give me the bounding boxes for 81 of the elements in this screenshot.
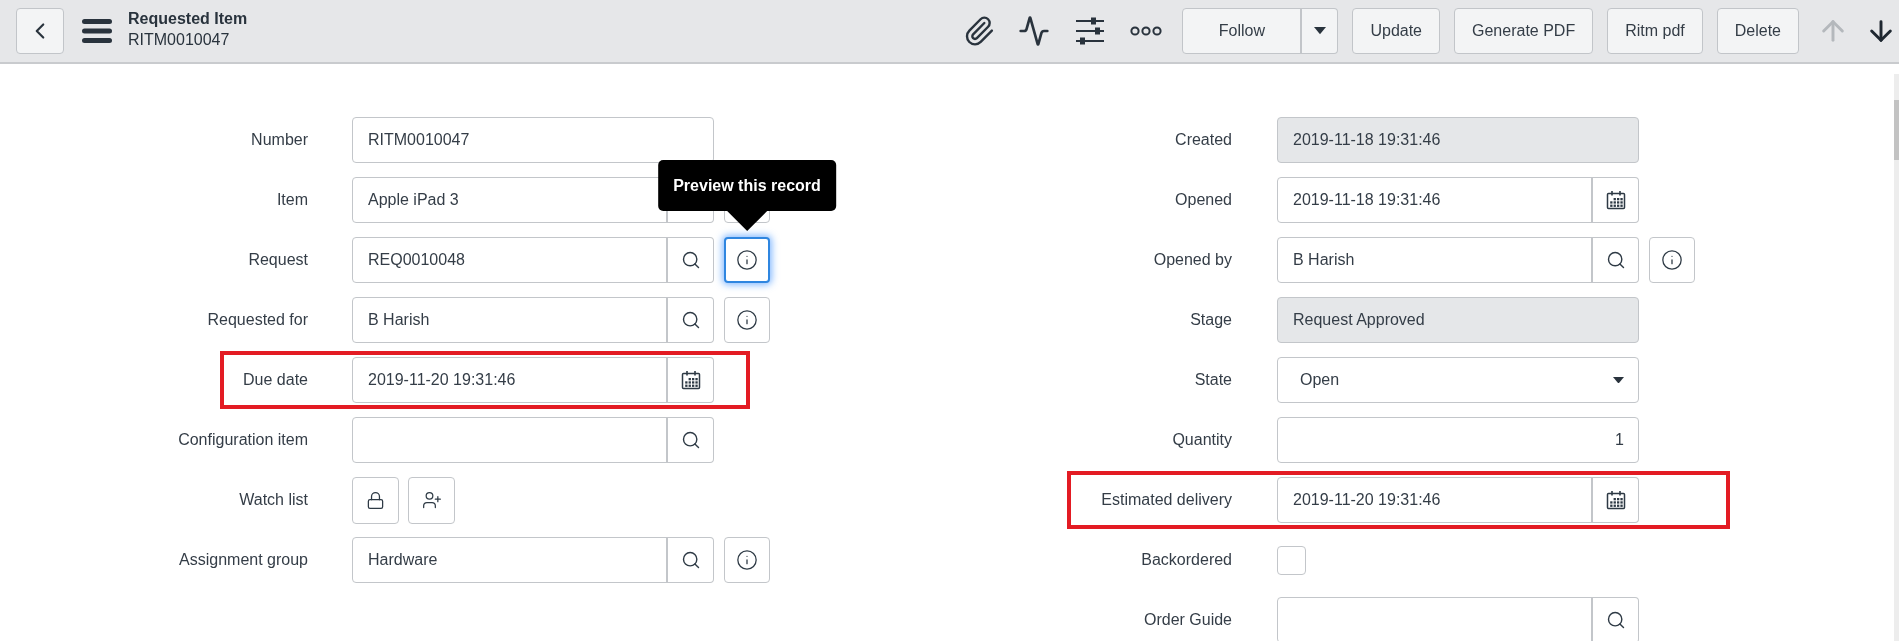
info-button[interactable] — [724, 537, 770, 583]
more-icon[interactable] — [1130, 26, 1163, 36]
calendar-button[interactable] — [666, 357, 714, 403]
field-label: Opened — [1174, 190, 1232, 210]
lookup-field[interactable]: Hardware — [352, 537, 667, 583]
menu-icon[interactable] — [82, 19, 112, 43]
search-icon — [680, 310, 701, 330]
field-label: Created — [1174, 130, 1232, 150]
sliders-icon[interactable] — [1075, 17, 1106, 45]
date-field[interactable]: 2019-11-18 19:31:46 — [1277, 177, 1592, 223]
search-button[interactable] — [666, 417, 714, 463]
field-label: Watch list — [238, 490, 308, 510]
search-icon — [1605, 250, 1626, 270]
date-field[interactable]: 2019-11-20 19:31:46 — [352, 357, 667, 403]
paperclip-icon[interactable] — [963, 15, 996, 47]
field-label: Order Guide — [1142, 610, 1232, 630]
lookup-field[interactable]: B Harish — [352, 297, 667, 343]
toolbar-button[interactable]: Generate PDF — [1454, 8, 1594, 54]
field-label: Requested for — [206, 310, 308, 330]
record-title: Requested Item — [128, 9, 248, 29]
lookup-field[interactable]: B Harish — [1277, 237, 1592, 283]
calendar-icon — [1605, 490, 1626, 510]
lookup-field[interactable] — [352, 417, 667, 463]
search-button[interactable] — [666, 537, 714, 583]
search-button[interactable] — [666, 237, 714, 283]
search-button[interactable] — [1591, 237, 1639, 283]
follow-button[interactable]: Follow — [1182, 8, 1302, 54]
info-button[interactable] — [1649, 237, 1695, 283]
info-button[interactable] — [724, 297, 770, 343]
search-icon — [680, 550, 701, 570]
search-icon — [1605, 610, 1626, 630]
scrollbar-thumb[interactable] — [1894, 100, 1899, 160]
field-label: Opened by — [1152, 250, 1232, 270]
checkbox[interactable] — [1277, 545, 1306, 575]
field-label: State — [1193, 370, 1232, 390]
tooltip-pointer-icon — [726, 210, 768, 231]
calendar-icon — [1605, 190, 1626, 210]
field-label: Number — [250, 130, 308, 150]
follow-menu-button[interactable] — [1300, 8, 1339, 54]
add-user-button[interactable] — [408, 476, 455, 524]
lookup-field[interactable] — [1277, 597, 1592, 641]
lock-button[interactable] — [352, 476, 399, 524]
info-icon — [736, 549, 758, 571]
lookup-field[interactable]: REQ0010048 — [352, 237, 667, 283]
field-label: Estimated delivery — [1100, 490, 1232, 510]
field-label: Configuration item — [177, 430, 308, 450]
text-field[interactable]: Request Approved — [1277, 297, 1639, 343]
calendar-icon — [680, 370, 701, 390]
info-icon — [736, 249, 758, 271]
lock-icon — [366, 490, 385, 510]
calendar-button[interactable] — [1591, 477, 1639, 523]
date-field[interactable]: 2019-11-20 19:31:46 — [1277, 477, 1592, 523]
tooltip: Preview this record — [658, 160, 836, 231]
field-label: Backordered — [1140, 550, 1232, 570]
text-field[interactable]: RITM0010047 — [352, 117, 714, 163]
field-label: Assignment group — [178, 550, 308, 570]
record-number: RITM0010047 — [128, 30, 231, 50]
search-icon — [680, 430, 701, 450]
field-label: Quantity — [1171, 430, 1232, 450]
lookup-field[interactable]: Apple iPad 3 — [352, 177, 667, 223]
caret-down-icon — [1613, 376, 1624, 384]
toolbar-button[interactable]: Delete — [1716, 8, 1799, 54]
calendar-button[interactable] — [1591, 177, 1639, 223]
field-label: Item — [275, 190, 308, 210]
caret-down-icon — [1313, 27, 1326, 35]
search-icon — [680, 250, 701, 270]
toolbar-button[interactable]: Update — [1352, 8, 1440, 54]
activity-icon[interactable] — [1018, 15, 1051, 47]
field-label: Due date — [242, 370, 308, 390]
search-button[interactable] — [666, 297, 714, 343]
toolbar-button[interactable]: Ritm pdf — [1607, 8, 1703, 54]
select-field[interactable]: Open — [1277, 357, 1639, 403]
field-label: Request — [247, 250, 308, 270]
number-field[interactable]: 1 — [1277, 417, 1639, 463]
info-icon — [1661, 249, 1683, 271]
info-button[interactable] — [724, 237, 770, 283]
info-icon — [736, 309, 758, 331]
add-user-icon — [421, 490, 442, 510]
field-label: Stage — [1189, 310, 1232, 330]
search-button[interactable] — [1591, 597, 1639, 641]
text-field[interactable]: 2019-11-18 19:31:46 — [1277, 117, 1639, 163]
